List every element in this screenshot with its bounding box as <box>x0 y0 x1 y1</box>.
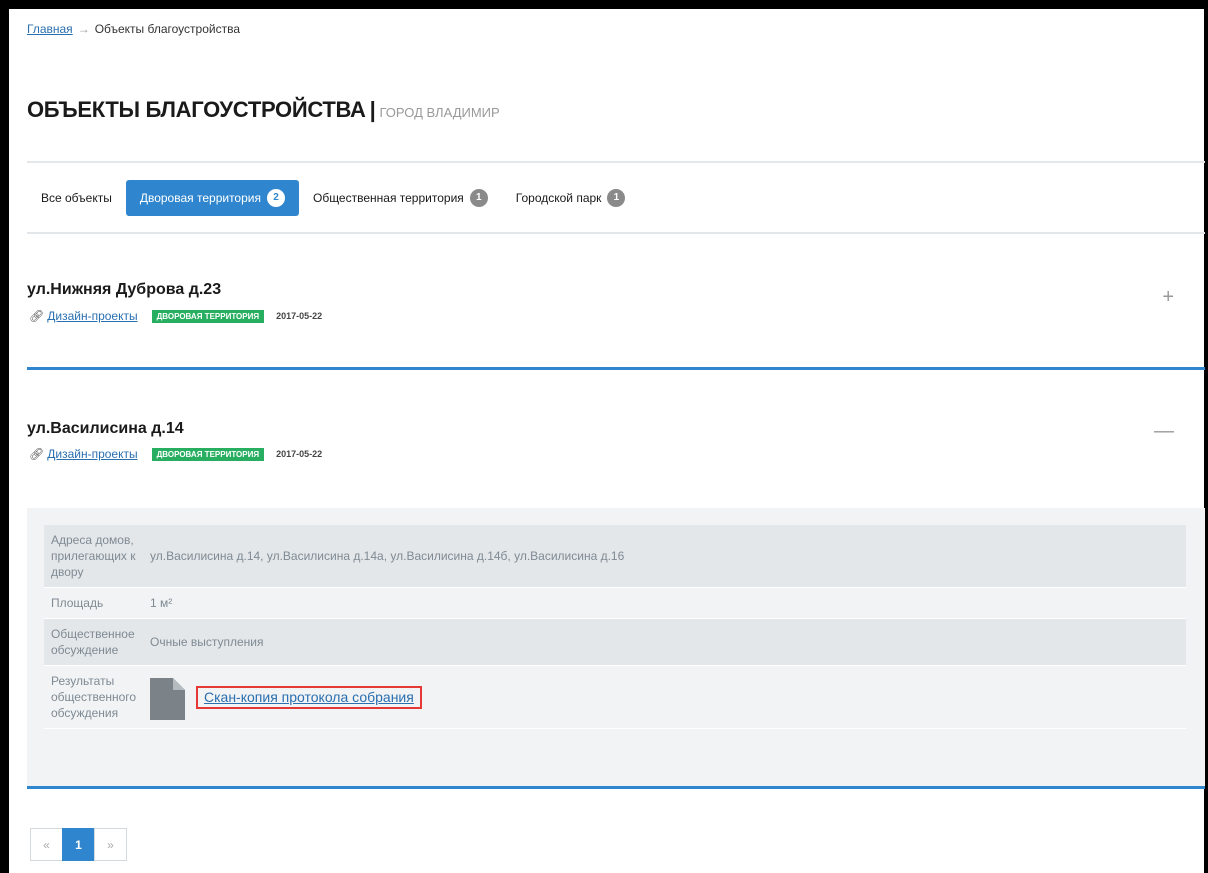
document-icon <box>150 677 185 720</box>
item-date: 2017-05-22 <box>276 449 323 459</box>
tab-count-badge: 1 <box>469 189 488 207</box>
design-projects-link[interactable]: Дизайн-проекты <box>47 447 137 461</box>
category-tag: ДВОРОВАЯ ТЕРРИТОРИЯ <box>151 309 265 323</box>
details-label: Общественное обсуждение <box>51 627 135 657</box>
link-icon: 🔗︎ <box>29 447 45 461</box>
details-value: Очные выступления <box>150 635 264 649</box>
protocol-scan-link[interactable]: Скан-копия протокола собрания <box>204 689 414 705</box>
tab-all-objects[interactable]: Все объекты <box>27 180 126 216</box>
breadcrumb-home-link[interactable]: Главная <box>27 22 73 36</box>
item-divider <box>27 786 1205 789</box>
tab-public-territory[interactable]: Общественная территория 1 <box>299 180 502 216</box>
window-frame-top <box>0 0 1208 9</box>
details-row-discussion: Общественное обсуждение Очные выступлени… <box>44 619 1186 666</box>
pagination: « 1 » <box>30 828 127 861</box>
item-divider <box>27 367 1205 370</box>
pagination-prev-button[interactable]: « <box>30 828 63 861</box>
details-row-results: Результаты общественного обсуждения Скан… <box>44 666 1186 729</box>
tab-label: Городской парк <box>515 191 602 205</box>
item-meta: 🔗︎ Дизайн-проекты ДВОРОВАЯ ТЕРРИТОРИЯ 20… <box>29 446 322 462</box>
breadcrumb-current: Объекты благоустройства <box>94 22 240 36</box>
collapse-minus-icon[interactable]: — <box>1154 420 1174 443</box>
breadcrumb-arrow: → <box>77 22 90 36</box>
tab-count-badge: 1 <box>607 189 626 207</box>
page-title-main: ОБЪЕКТЫ БЛАГОУСТРОЙСТВА <box>27 97 366 122</box>
divider-tabs <box>27 232 1205 234</box>
page-title: ОБЪЕКТЫ БЛАГОУСТРОЙСТВА | ГОРОД ВЛАДИМИР <box>27 97 500 123</box>
page-title-separator: | <box>369 97 376 122</box>
tab-yard-territory[interactable]: Дворовая территория 2 <box>125 180 299 216</box>
window-frame-left <box>0 0 9 873</box>
tab-label: Дворовая территория <box>139 191 261 205</box>
details-value: ул.Василисина д.14, ул.Василисина д.14а,… <box>150 549 625 563</box>
details-label: Результаты общественного обсуждения <box>51 674 137 720</box>
details-value: Скан-копия протокола собрания <box>150 666 422 728</box>
pagination-page-button[interactable]: 1 <box>62 828 95 861</box>
details-value: 1 м² <box>150 596 173 610</box>
details-row-addresses: Адреса домов, прилегающих к двору ул.Вас… <box>44 525 1186 588</box>
item-date: 2017-05-22 <box>276 311 323 321</box>
breadcrumb: Главная → Объекты благоустройства <box>27 22 240 36</box>
category-tag: ДВОРОВАЯ ТЕРРИТОРИЯ <box>151 447 265 461</box>
divider-top <box>27 161 1205 163</box>
details-label: Адреса домов, прилегающих к двору <box>51 533 136 579</box>
item-title[interactable]: ул.Нижняя Дуброва д.23 <box>27 281 221 299</box>
tab-city-park[interactable]: Городской парк 1 <box>502 180 640 216</box>
tab-count-badge: 2 <box>266 189 285 207</box>
page-title-city: ГОРОД ВЛАДИМИР <box>379 105 500 120</box>
details-table: Адреса домов, прилегающих к двору ул.Вас… <box>44 525 1186 729</box>
details-row-area: Площадь 1 м² <box>44 588 1186 619</box>
filter-tabs: Все объекты Дворовая территория 2 Общест… <box>27 180 639 216</box>
file-link-highlight: Скан-копия протокола собрания <box>196 685 422 709</box>
item-title[interactable]: ул.Василисина д.14 <box>27 420 184 438</box>
details-panel: Адреса домов, прилегающих к двору ул.Вас… <box>27 508 1205 786</box>
expand-plus-icon[interactable]: + <box>1162 286 1174 309</box>
tab-label: Общественная территория <box>312 191 464 205</box>
item-meta: 🔗︎ Дизайн-проекты ДВОРОВАЯ ТЕРРИТОРИЯ 20… <box>29 308 322 324</box>
details-label: Площадь <box>51 596 104 610</box>
pagination-next-button[interactable]: » <box>94 828 127 861</box>
design-projects-link[interactable]: Дизайн-проекты <box>47 309 137 323</box>
link-icon: 🔗︎ <box>29 309 45 323</box>
tab-label: Все объекты <box>41 191 112 205</box>
